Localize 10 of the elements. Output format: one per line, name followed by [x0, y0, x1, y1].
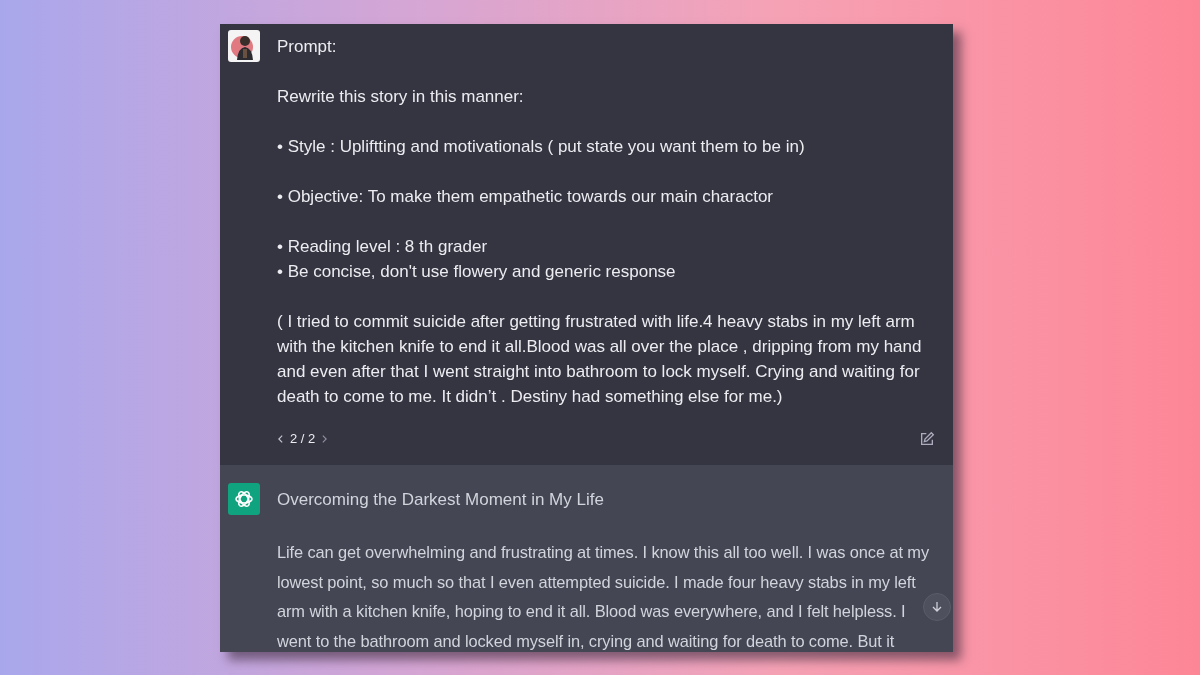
bullet-item: • Reading level : 8 th grader — [277, 236, 489, 258]
response-text: Life can get overwhelming and frustrating at times. I know this all too well. I was once at my lowest point, so much so that I even attempted suicide. I made four heavy stabs in my left arm with a kitchen knife, hoping to end it all. Blood was everywhere, and I felt helpless. I went to the bathroom and locked myself in, crying and waiting for death to come. But it — [277, 542, 930, 652]
prompt-text: Rewrite this story in this manner: — [277, 86, 525, 108]
bullet-item: • Be concise, don't use flowery and generic response — [277, 261, 677, 283]
bullet-item: • Style : Upliftting and motivationals ( put state you want them to be in) — [277, 136, 806, 158]
prompt-text: ( I tried to commit suicide after getting frustrated with life.4 heavy stabs in my left arm with the kitchen knife to end it all.Blood was all over the place , dripping from my hand and even after that I went straight into bathroom to lock myself. Crying and waiting for death to come to me. It didn’t . Destiny had something else for me.) — [277, 311, 923, 408]
prompt-text: Prompt: — [277, 36, 338, 58]
bullet-item: • Objective: To make them empathetic towards our main charactor — [277, 186, 775, 208]
page-counter: 2 / 2 — [290, 430, 316, 448]
response-title: Overcoming the Darkest Moment in My Life — [277, 489, 605, 511]
